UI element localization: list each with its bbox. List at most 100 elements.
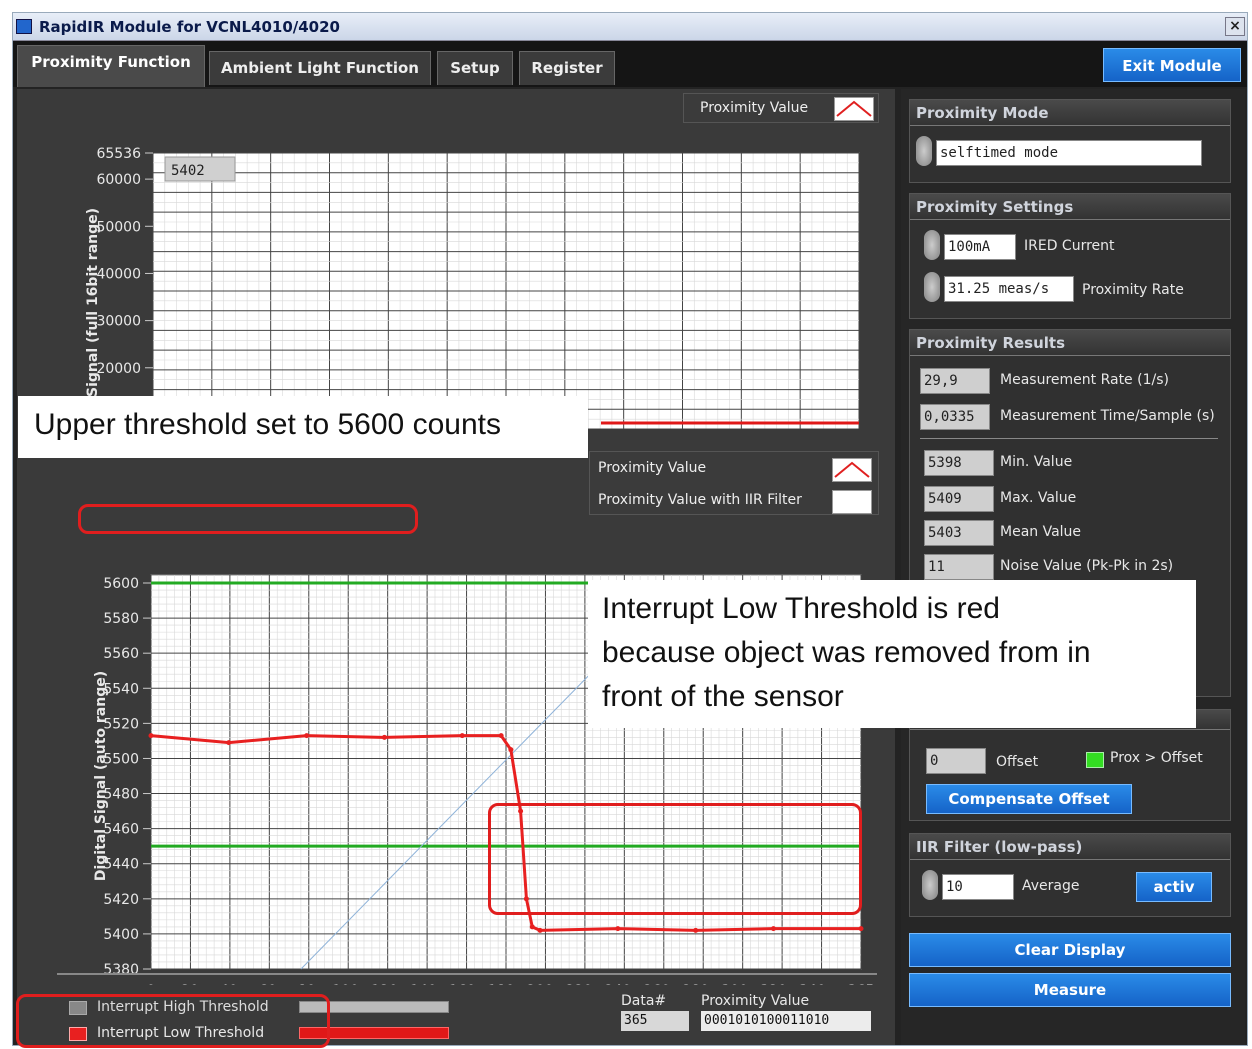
- low-threshold-led: [69, 1027, 87, 1041]
- clear-display-button[interactable]: Clear Display: [909, 933, 1231, 967]
- tab-ambient-light-function[interactable]: Ambient Light Function: [209, 51, 431, 85]
- prox-offset-led: [1086, 752, 1104, 768]
- x-tick-label: 320: [760, 983, 787, 985]
- data-point: [770, 926, 776, 932]
- lower-legend-iir-label: Proximity Value with IIR Filter: [598, 492, 802, 508]
- proximity-mode-heading: Proximity Mode: [910, 100, 1230, 126]
- y-tick-label: 5400: [103, 927, 139, 943]
- low-threshold-bar: [299, 1027, 449, 1039]
- average-stepper[interactable]: [922, 870, 938, 900]
- x-tick-label: 60: [259, 983, 277, 985]
- average-label: Average: [1022, 878, 1080, 894]
- app-icon: [16, 19, 32, 34]
- upper-threshold-callout: Upper threshold set to 5600 counts: [18, 396, 588, 458]
- y-tick-label: 50000: [96, 219, 141, 235]
- data-number-value: 365: [621, 1011, 689, 1031]
- offset-value: 0: [926, 748, 986, 774]
- tab-proximity-function[interactable]: Proximity Function: [17, 45, 205, 87]
- proximity-rate-field[interactable]: 31.25 meas/s: [944, 276, 1074, 302]
- upper-threshold-callout-text: Upper threshold set to 5600 counts: [34, 408, 501, 441]
- tab-setup[interactable]: Setup: [437, 51, 513, 85]
- mode-select[interactable]: selftimed mode: [936, 140, 1202, 166]
- divider: [920, 438, 1218, 439]
- red-line-swatch: [834, 97, 874, 121]
- offset-label: Offset: [996, 754, 1039, 770]
- proximity-results-heading: Proximity Results: [910, 330, 1230, 356]
- title-bar: RapidIR Module for VCNL4010/4020 ×: [13, 13, 1247, 41]
- tab-register[interactable]: Register: [519, 51, 615, 85]
- x-tick-label: 300: [721, 983, 748, 985]
- data-point: [615, 926, 621, 932]
- low-threshold-label: Interrupt Low Threshold: [97, 1025, 265, 1041]
- x-tick-label: 260: [643, 983, 670, 985]
- y-tick-label: 5380: [103, 962, 139, 978]
- data-point: [537, 927, 543, 933]
- measurement-rate-value: 29,9: [920, 368, 990, 394]
- rate-stepper[interactable]: [924, 272, 940, 302]
- high-threshold-label: Interrupt High Threshold: [97, 999, 269, 1015]
- proximity-value-label: Proximity Value: [701, 993, 810, 1009]
- y-tick-label: 5420: [103, 892, 139, 908]
- x-tick-label: 280: [682, 983, 709, 985]
- x-tick-label: 20: [181, 983, 199, 985]
- ired-current-label: IRED Current: [1024, 238, 1115, 254]
- mean-value: 5403: [924, 520, 994, 546]
- proximity-value-binary: 0001010100011010: [701, 1011, 871, 1031]
- proximity-mode-group: Proximity Mode selftimed mode: [909, 99, 1231, 183]
- app-window: RapidIR Module for VCNL4010/4020 × Proxi…: [12, 12, 1248, 1046]
- x-tick-label: 240: [604, 983, 631, 985]
- data-number-label: Data#: [621, 993, 667, 1009]
- ired-stepper[interactable]: [924, 230, 940, 260]
- min-value-label: Min. Value: [1000, 454, 1073, 470]
- iir-swatch: [832, 490, 872, 514]
- data-point: [381, 734, 387, 740]
- y-tick-label: 40000: [96, 266, 141, 282]
- data-point: [693, 927, 699, 933]
- noise-value-label: Noise Value (Pk-Pk in 2s): [1000, 558, 1174, 574]
- x-tick-label: 140: [410, 983, 437, 985]
- data-point: [523, 896, 529, 902]
- mode-stepper[interactable]: [916, 136, 932, 166]
- high-threshold-bar: [299, 1001, 449, 1013]
- window-title: RapidIR Module for VCNL4010/4020: [39, 18, 340, 36]
- high-threshold-led: [69, 1001, 87, 1015]
- close-button[interactable]: ×: [1225, 17, 1245, 36]
- mean-value-label: Mean Value: [1000, 524, 1082, 540]
- x-tick-label: 220: [566, 983, 593, 985]
- x-tick-label: 80: [298, 983, 316, 985]
- data-point: [508, 747, 514, 753]
- noise-value: 11: [924, 554, 994, 580]
- data-point: [529, 924, 535, 930]
- average-field[interactable]: 10: [942, 874, 1014, 900]
- lower-legend: Proximity Value Proximity Value with IIR…: [589, 451, 879, 515]
- iir-filter-group: IIR Filter (low-pass) 10 Average activ: [909, 833, 1231, 917]
- lower-legend-prox-label: Proximity Value: [598, 460, 707, 476]
- red-line-swatch: [832, 458, 872, 482]
- x-tick-label: 0: [147, 983, 156, 985]
- x-tick-label: 160: [449, 983, 476, 985]
- proximity-settings-heading: Proximity Settings: [910, 194, 1230, 220]
- measurement-time-label: Measurement Time/Sample (s): [1000, 408, 1215, 424]
- max-value: 5409: [924, 486, 994, 512]
- y-tick-label: 5600: [103, 576, 139, 592]
- y-tick-label: 65536: [96, 146, 141, 162]
- iir-activ-button[interactable]: activ: [1136, 872, 1212, 902]
- exit-module-button[interactable]: Exit Module: [1103, 48, 1241, 82]
- callout-line-3: front of the sensor: [602, 680, 844, 713]
- right-panel: Proximity Mode selftimed mode Proximity …: [901, 89, 1245, 1045]
- divider: [57, 973, 877, 975]
- iir-filter-heading: IIR Filter (low-pass): [910, 834, 1230, 860]
- x-tick-label: 200: [527, 983, 554, 985]
- callout-line-2: because object was removed from in: [602, 636, 1091, 669]
- y-tick-label: 5580: [103, 611, 139, 627]
- data-point: [304, 733, 310, 739]
- x-tick-label: 365: [848, 983, 875, 985]
- ired-current-field[interactable]: 100mA: [944, 234, 1016, 260]
- prox-offset-label: Prox > Offset: [1110, 750, 1203, 766]
- proximity-rate-label: Proximity Rate: [1082, 282, 1184, 298]
- compensate-offset-button[interactable]: Compensate Offset: [926, 784, 1132, 814]
- proximity-settings-group: Proximity Settings 100mA IRED Current 31…: [909, 193, 1231, 319]
- measure-button[interactable]: Measure: [909, 973, 1231, 1007]
- upper-legend-label: Proximity Value: [700, 100, 809, 116]
- x-tick-label: 340: [799, 983, 826, 985]
